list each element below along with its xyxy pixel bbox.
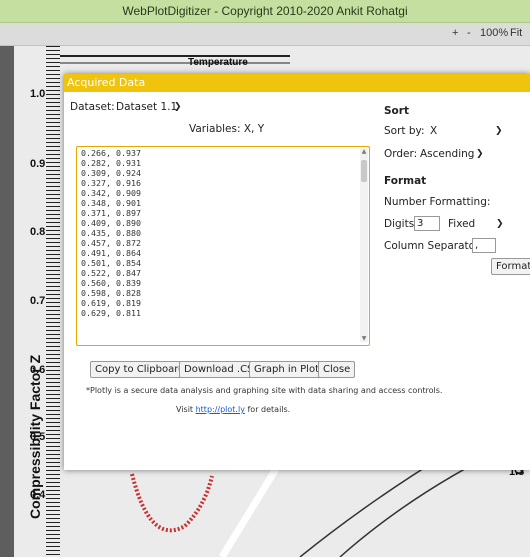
window-title: WebPlotDigitizer - Copyright 2010-2020 A… (122, 4, 408, 18)
window-title-bar: WebPlotDigitizer - Copyright 2010-2020 A… (0, 0, 530, 23)
sort-heading: Sort (384, 105, 409, 117)
dataset-select[interactable]: Dataset 1.1 (116, 101, 177, 113)
format-button[interactable]: Format (491, 258, 530, 275)
zoom-out-button[interactable]: - (467, 27, 471, 39)
variables-label: Variables: X, Y (189, 123, 265, 135)
digits-input[interactable]: 3 (414, 216, 440, 231)
close-button[interactable]: Close (318, 361, 356, 378)
order-select[interactable]: Ascending (420, 148, 474, 160)
plotly-note: *Plotly is a secure data analysis and gr… (86, 386, 443, 395)
plotly-link[interactable]: http://plot.ly (196, 405, 245, 414)
zoom-level: 100% (480, 27, 509, 39)
data-text[interactable]: 0.266, 0.937 0.282, 0.931 0.309, 0.924 0… (77, 147, 369, 319)
y-tick-0-9: 0.9 (30, 158, 46, 170)
digits-label: Digits: (384, 218, 418, 230)
sort-by-label: Sort by: (384, 125, 425, 137)
digits-mode-select[interactable]: Fixed (448, 218, 475, 230)
copy-to-clipboard-button[interactable]: Copy to Clipboard (90, 361, 190, 378)
dialog-title-bar: Acquired Data (64, 74, 530, 92)
fit-button[interactable]: Fit (510, 27, 522, 39)
dataset-label: Dataset: (70, 101, 115, 113)
scroll-up-icon[interactable]: ▲ (360, 148, 368, 155)
visit-suffix: for details. (247, 405, 291, 414)
data-textarea[interactable]: 0.266, 0.937 0.282, 0.931 0.309, 0.924 0… (76, 146, 370, 346)
y-axis-title: Compressibility Factor Z (27, 354, 43, 519)
scrollbar-thumb[interactable] (361, 160, 367, 182)
sort-by-chevron-down-icon[interactable]: ❯ (495, 126, 503, 136)
dataset-chevron-down-icon[interactable]: ❯ (174, 102, 182, 112)
y-tick-0-7: 0.7 (30, 295, 46, 307)
zoom-in-button[interactable]: + (452, 27, 458, 39)
acquired-data-dialog: Acquired Data Dataset: Dataset 1.1 ❯ Var… (64, 74, 530, 470)
dialog-title: Acquired Data (67, 76, 146, 89)
column-separator-label: Column Separator: (384, 240, 483, 252)
zoom-toolbar: + - 100% Fit (0, 23, 530, 46)
data-scrollbar[interactable]: ▲ ▼ (360, 148, 368, 342)
y-tick-0-8: 0.8 (30, 226, 46, 238)
scroll-down-icon[interactable]: ▼ (360, 335, 368, 342)
order-chevron-down-icon[interactable]: ❯ (476, 149, 484, 159)
column-separator-input[interactable]: , (472, 238, 496, 253)
temperature-label: Temperature (188, 57, 248, 68)
number-formatting-label: Number Formatting: (384, 196, 491, 208)
visit-text: Visit http://plot.ly for details. (176, 405, 290, 414)
visit-prefix: Visit (176, 405, 194, 414)
sort-by-select[interactable]: X (430, 125, 437, 137)
format-heading: Format (384, 175, 427, 187)
digits-mode-chevron-down-icon[interactable]: ❯ (496, 219, 504, 229)
order-label: Order: (384, 148, 418, 160)
y-tick-1-0: 1.0 (30, 88, 46, 100)
